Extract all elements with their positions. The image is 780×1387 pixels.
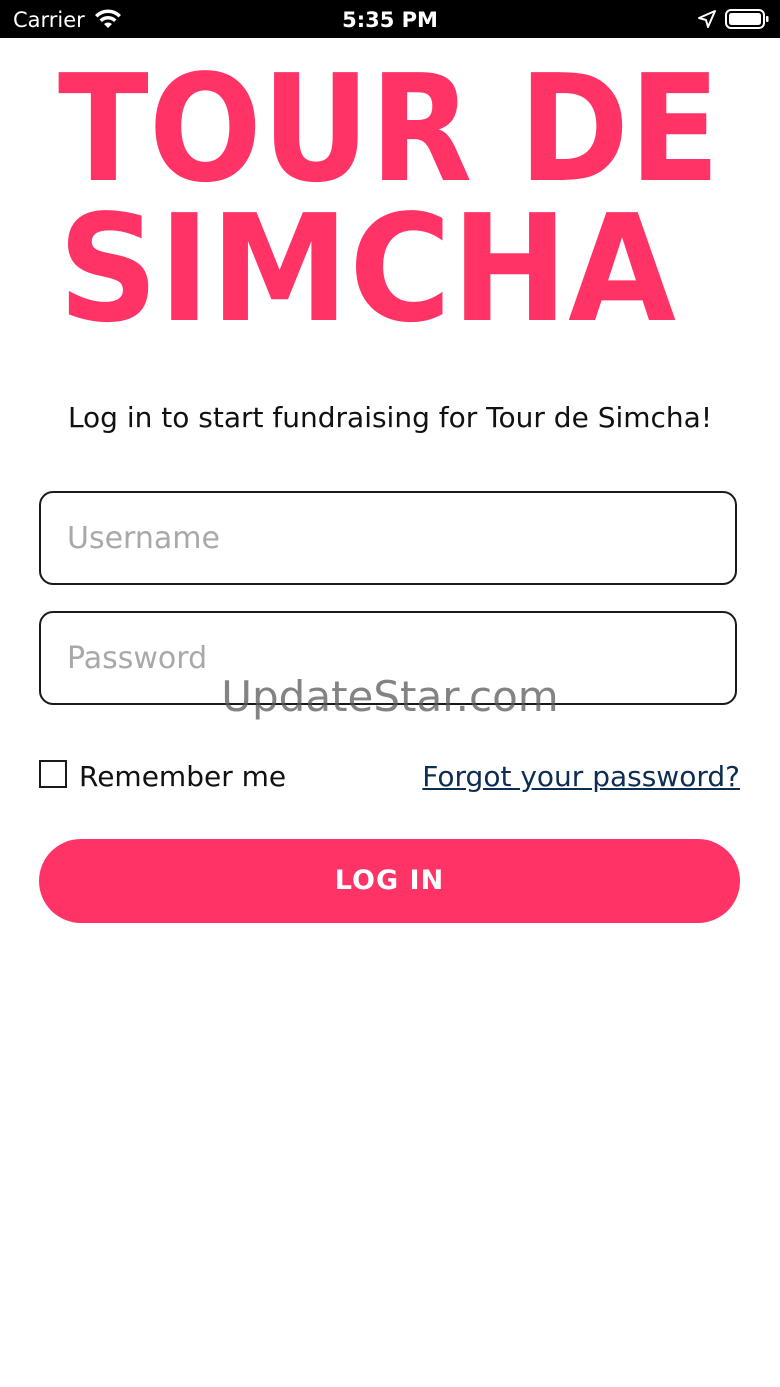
password-input[interactable] xyxy=(67,613,707,703)
login-button[interactable]: LOG IN xyxy=(39,839,740,923)
remember-me-label[interactable]: Remember me xyxy=(79,758,286,796)
username-field[interactable] xyxy=(39,491,737,585)
login-tagline: Log in to start fundraising for Tour de … xyxy=(67,401,713,434)
location-arrow-icon xyxy=(698,10,716,28)
status-bar: Carrier 5:35 PM xyxy=(0,0,780,38)
clock: 5:35 PM xyxy=(342,8,438,32)
battery-icon xyxy=(725,9,769,29)
password-field[interactable] xyxy=(39,611,737,705)
logo-line-2: SIMCHA xyxy=(58,183,676,328)
tour-de-simcha-logo: TOUR DE SIMCHA xyxy=(58,58,720,328)
username-input[interactable] xyxy=(67,493,707,583)
remember-me-checkbox[interactable] xyxy=(39,760,67,788)
login-screen: Carrier 5:35 PM TOUR DE SIMCHA Log in to… xyxy=(0,0,780,1387)
forgot-password-link[interactable]: Forgot your password? xyxy=(422,758,740,796)
